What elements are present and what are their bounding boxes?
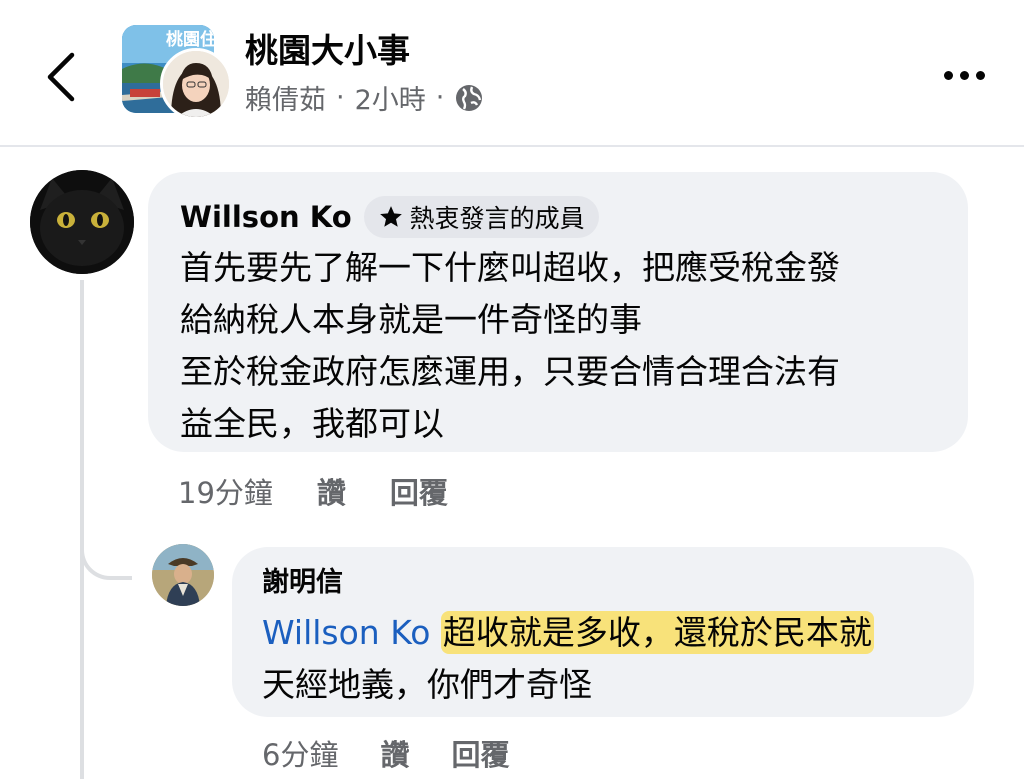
globe-icon [456,84,483,111]
comment-actions: 19分鐘 讚 回覆 [178,470,448,512]
poster-avatar[interactable] [160,48,232,120]
more-dot [975,70,985,80]
reply-line: 天經地義，你們才奇怪 [262,665,592,704]
back-button[interactable] [36,48,86,106]
reply-avatar[interactable] [152,544,214,606]
reply-bubble: 謝明信 Willson Ko 超收就是多收，還稅於民本就 天經地義，你們才奇怪 [232,547,974,717]
member-badge-label: 熱衷發言的成員 [409,204,585,233]
like-button[interactable]: 讚 [380,732,409,774]
reply-text: Willson Ko 超收就是多收，還稅於民本就 天經地義，你們才奇怪 [262,607,946,711]
reply-actions: 6分鐘 讚 回覆 [262,732,509,774]
like-button[interactable]: 讚 [317,470,346,512]
mention-link[interactable]: Willson Ko [262,613,430,652]
more-dot [959,70,969,80]
post-header: 桃園住 桃園大小事 賴倩茹 · 2小時 · [0,0,1024,147]
group-name[interactable]: 桃園大小事 [245,24,410,72]
reply-connector [80,520,132,580]
poster-name[interactable]: 賴倩茹 [245,78,326,117]
comment-author[interactable]: Willson Ko [180,200,352,234]
more-options-button[interactable] [934,60,994,90]
commenter-avatar[interactable] [30,170,134,274]
reply-button[interactable]: 回覆 [390,470,448,512]
meta-separator: · [435,82,445,113]
reply-button[interactable]: 回覆 [451,732,509,774]
comment-time[interactable]: 19分鐘 [178,470,273,512]
comment-line: 益全民，我都可以 [180,404,444,443]
reply-time[interactable]: 6分鐘 [262,732,338,774]
comment-text: 首先要先了解一下什麼叫超收，把應受稅金發 給納稅人本身就是一件奇怪的事 至於稅金… [180,242,938,450]
meta-separator: · [336,82,345,113]
highlighted-text: 超收就是多收，還稅於民本就 [440,611,874,654]
reply-line: Willson Ko 超收就是多收，還稅於民本就 [262,607,946,659]
more-horizontal-icon [943,70,953,80]
post-time[interactable]: 2小時 [355,78,426,117]
post-meta: 賴倩茹 · 2小時 · [245,78,484,117]
comment-line: 首先要先了解一下什麼叫超收，把應受稅金發 [180,248,840,287]
member-badge[interactable]: 熱衷發言的成員 [363,196,599,238]
comment-line: 給納稅人本身就是一件奇怪的事 [180,300,642,339]
group-avatar-label: 桃園住 [166,29,214,50]
chevron-left-icon [47,52,75,102]
comment-author-row: Willson Ko 熱衷發言的成員 [180,196,938,238]
reply-author[interactable]: 謝明信 [262,565,946,601]
star-icon [379,206,402,227]
comment-line: 至於稅金政府怎麼運用，只要合情合理合法有 [180,352,840,391]
comment-bubble: Willson Ko 熱衷發言的成員 首先要先了解一下什麼叫超收，把應受稅金發 … [148,172,968,452]
